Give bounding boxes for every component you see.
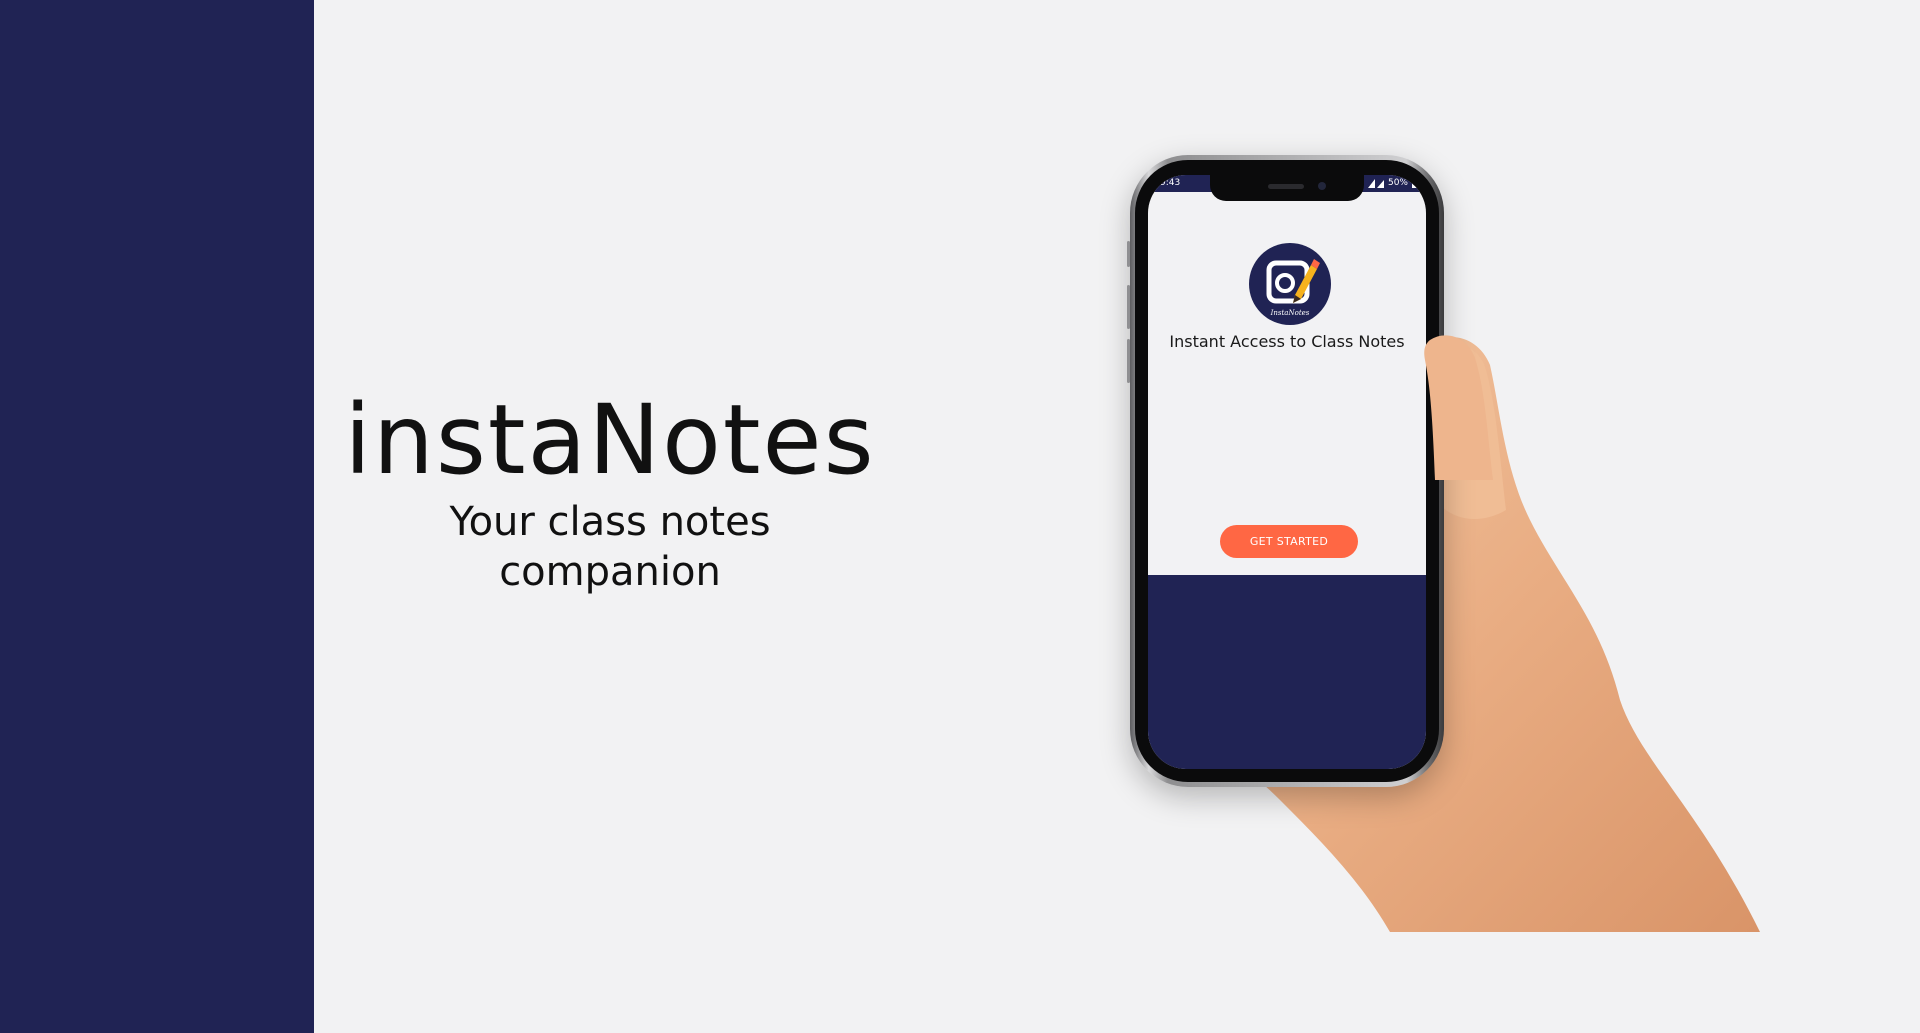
phone-volume-up <box>1127 285 1130 329</box>
phone-notch <box>1210 175 1364 201</box>
phone-volume-down <box>1127 339 1130 383</box>
brand-title: instaNotes <box>344 384 876 496</box>
marketing-banner: instaNotes Your class notes companion 9:… <box>0 0 1920 1033</box>
app-logo: InstaNotes <box>1249 243 1331 325</box>
phone-silent-switch <box>1127 241 1130 267</box>
signal-icon <box>1367 178 1384 188</box>
brand-block: instaNotes Your class notes companion <box>340 385 880 597</box>
notebook-pencil-icon: InstaNotes <box>1266 259 1320 317</box>
brand-tagline: Your class notes companion <box>449 499 771 595</box>
svg-text:InstaNotes: InstaNotes <box>1270 309 1310 317</box>
status-time: 9:43 <box>1160 178 1181 188</box>
battery-level: 50% <box>1387 178 1408 188</box>
status-indicators: 50% <box>1367 178 1418 188</box>
left-navy-panel <box>0 0 314 1033</box>
thumb-overlay <box>1424 335 1493 480</box>
front-camera <box>1318 182 1326 190</box>
battery-icon <box>1412 179 1418 188</box>
speaker-grille <box>1268 184 1304 189</box>
screen-bottom-panel <box>1148 575 1426 769</box>
get-started-button[interactable]: GET STARTED <box>1220 525 1358 558</box>
